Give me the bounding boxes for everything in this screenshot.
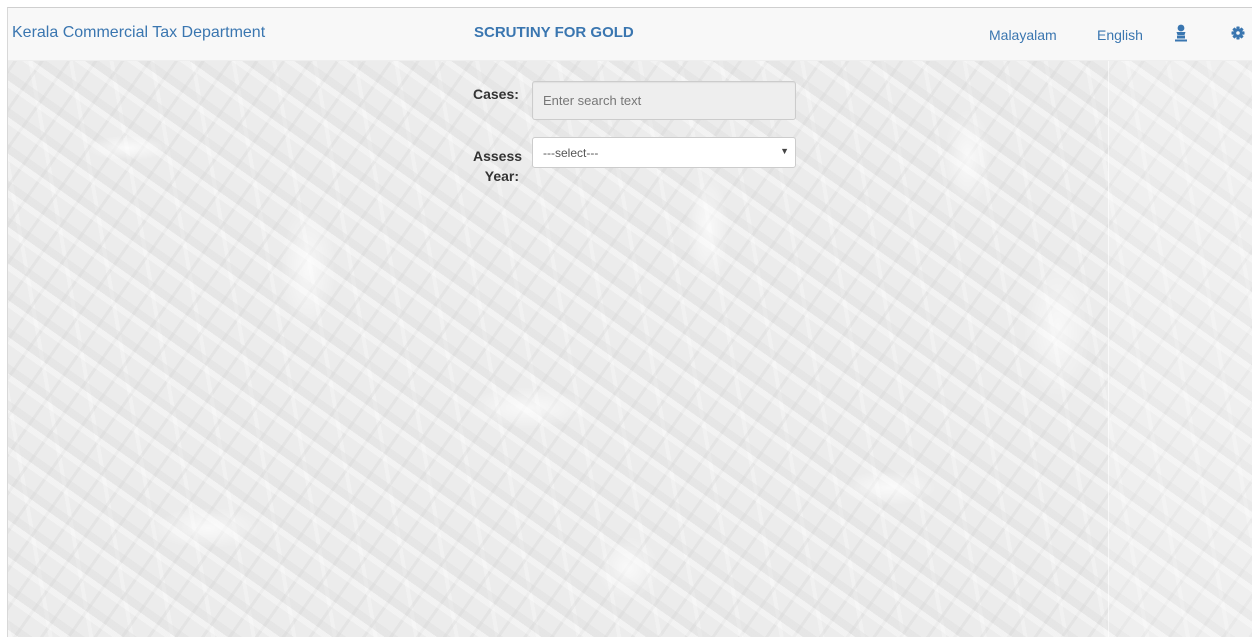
brand-link[interactable]: Kerala Commercial Tax Department (12, 24, 265, 42)
gear-icon[interactable] (1230, 24, 1246, 42)
top-navbar: Kerala Commercial Tax Department SCRUTIN… (8, 8, 1252, 61)
page-frame: Kerala Commercial Tax Department SCRUTIN… (7, 7, 1252, 637)
nav-english[interactable]: English (1097, 27, 1143, 43)
nav-malayalam[interactable]: Malayalam (989, 27, 1057, 43)
user-icon[interactable] (1173, 24, 1189, 42)
page-title: SCRUTINY FOR GOLD (474, 24, 634, 41)
cases-search-input[interactable] (532, 81, 796, 120)
assess-year-select[interactable]: ---select--- ▼ (532, 137, 796, 168)
assess-label-line2: Year: (484, 168, 519, 184)
assess-year-label: Assess Year: (473, 146, 523, 186)
cases-label: Cases: (473, 86, 519, 102)
right-side-panel (1108, 8, 1252, 637)
assess-label-line1: Assess (473, 148, 523, 164)
assess-year-selected: ---select--- (543, 146, 599, 160)
chevron-down-icon: ▼ (780, 146, 789, 156)
